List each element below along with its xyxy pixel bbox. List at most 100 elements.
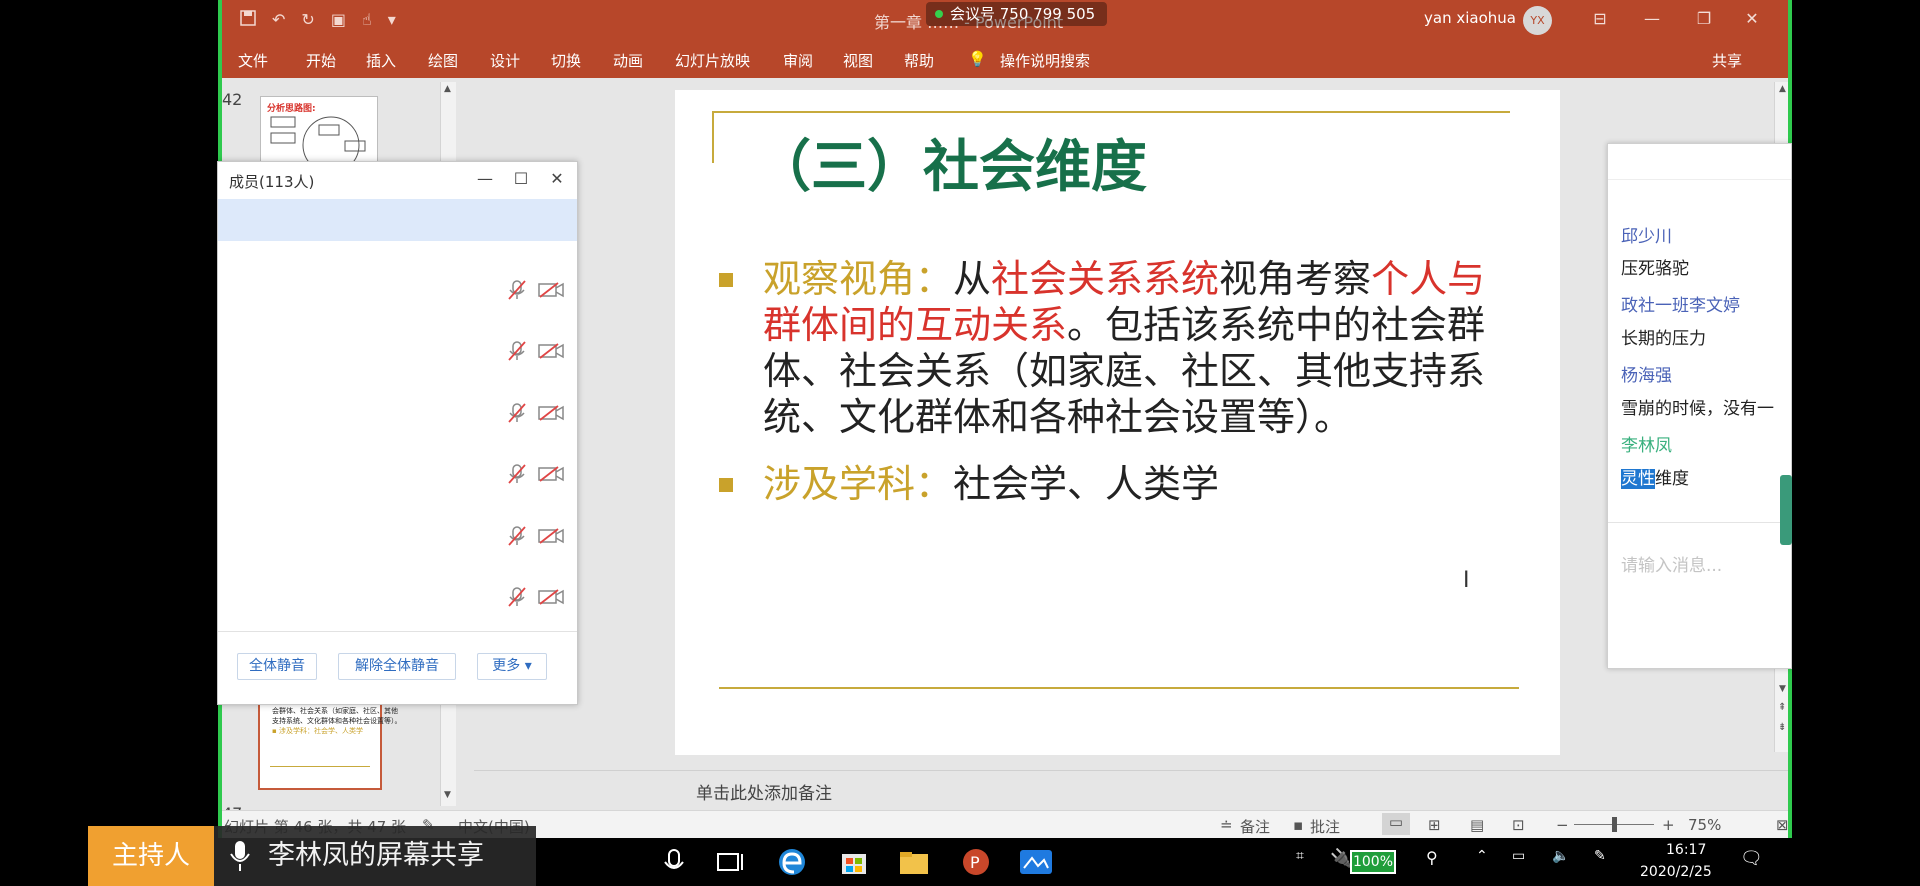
camera-off-icon[interactable] — [538, 589, 564, 605]
tab-review[interactable]: 审阅 — [783, 50, 813, 71]
comments-toggle[interactable]: 批注 — [1310, 816, 1340, 837]
store-icon[interactable] — [836, 846, 872, 878]
battery-tray-icon[interactable]: ▭ — [1512, 848, 1525, 864]
maximize-icon[interactable]: ☐ — [510, 168, 532, 190]
camera-off-icon[interactable] — [538, 466, 564, 482]
member-row-highlighted[interactable] — [218, 199, 577, 241]
member-row[interactable] — [508, 339, 568, 363]
title-bar: ↶ ↻ ▣ ☝ ▾ 第一章 …… - PowerPoint 会议号 750 79… — [218, 0, 1792, 40]
camera-off-icon[interactable] — [538, 528, 564, 544]
scroll-up-icon[interactable]: ▲ — [1779, 84, 1786, 94]
meeting-app-icon[interactable] — [1018, 846, 1054, 878]
file-explorer-icon[interactable] — [896, 846, 932, 878]
save-icon[interactable] — [240, 10, 256, 30]
scroll-down-icon[interactable]: ▼ — [1779, 684, 1786, 694]
next-slide-icon[interactable]: ⇟ — [1778, 722, 1786, 733]
zoom-in-icon[interactable]: + — [1662, 816, 1675, 834]
close-icon[interactable]: ✕ — [546, 168, 568, 190]
chat-message[interactable]: 灵性维度 — [1621, 464, 1689, 489]
slide-thumbnail-46[interactable]: 会群体、社会关系（如家庭、社区、其他 支持系统、文化群体和各种社会设置等）。 ▪… — [258, 698, 402, 790]
tab-slideshow[interactable]: 幻灯片放映 — [675, 50, 750, 71]
tab-transitions[interactable]: 切换 — [551, 50, 581, 71]
taskbar-mic-icon[interactable] — [656, 846, 692, 878]
slide-sorter-icon[interactable]: ⊞ — [1428, 816, 1441, 834]
tab-view[interactable]: 视图 — [843, 50, 873, 71]
battery-indicator[interactable]: 100% — [1350, 850, 1396, 874]
tab-design[interactable]: 设计 — [490, 50, 520, 71]
powerpoint-taskbar-icon[interactable]: P — [958, 846, 994, 878]
zoom-slider-thumb[interactable] — [1612, 817, 1617, 832]
notes-toggle[interactable]: 备注 — [1240, 816, 1270, 837]
unmute-all-button[interactable]: 解除全体静音 — [338, 653, 456, 680]
present-icon[interactable]: ▣ — [331, 10, 346, 30]
zoom-level[interactable]: 75% — [1688, 816, 1721, 834]
user-name[interactable]: yan xiaohua — [1424, 9, 1516, 27]
clock-time[interactable]: 16:17 — [1666, 842, 1706, 858]
tab-insert[interactable]: 插入 — [366, 50, 396, 71]
screen: ↶ ↻ ▣ ☝ ▾ 第一章 …… - PowerPoint 会议号 750 79… — [0, 0, 1920, 886]
slideshow-view-icon[interactable]: ⊡ — [1512, 816, 1525, 834]
scroll-up-icon[interactable]: ▲ — [444, 84, 451, 94]
chat-input[interactable]: 请输入消息... — [1621, 551, 1722, 576]
undo-icon[interactable]: ↶ — [272, 10, 285, 30]
notes-icon[interactable]: ≐ — [1220, 816, 1233, 834]
member-row[interactable] — [508, 524, 568, 548]
member-row[interactable] — [508, 462, 568, 486]
mic-off-icon[interactable] — [508, 526, 526, 546]
restore-icon[interactable]: ❐ — [1692, 7, 1716, 31]
comments-icon[interactable]: ▪ — [1293, 816, 1303, 834]
member-row[interactable] — [508, 585, 568, 609]
people-icon[interactable]: ⚲ — [1426, 848, 1438, 867]
notes-placeholder[interactable]: 单击此处添加备注 — [696, 779, 832, 804]
mic-off-icon[interactable] — [508, 280, 526, 300]
mic-off-icon[interactable] — [508, 341, 526, 361]
camera-off-icon[interactable] — [538, 405, 564, 421]
mic-off-icon[interactable] — [508, 464, 526, 484]
clock-date[interactable]: 2020/2/25 — [1640, 864, 1712, 880]
touch-mode-icon[interactable]: ☝ — [362, 10, 372, 30]
notes-pane[interactable]: 单击此处添加备注 — [474, 770, 1792, 810]
ime-keyboard-icon[interactable]: ⌗ — [1296, 848, 1304, 864]
member-row[interactable] — [508, 401, 568, 425]
mute-all-button[interactable]: 全体静音 — [237, 653, 317, 680]
close-icon[interactable]: ✕ — [1740, 7, 1764, 31]
task-view-icon[interactable] — [712, 846, 748, 878]
member-panel-header: 成员(113人) — ☐ ✕ — [218, 162, 577, 198]
more-button[interactable]: 更多 ▾ — [477, 653, 547, 680]
volume-icon[interactable]: 🔈 — [1552, 848, 1569, 864]
share-button[interactable]: 共享 — [1712, 50, 1742, 71]
slide-canvas[interactable]: （三）社会维度 观察视角：从社会关系系统视角考察个人与群体间的互动关系。包括该系… — [675, 90, 1560, 755]
tab-animations[interactable]: 动画 — [613, 50, 643, 71]
tab-help[interactable]: 帮助 — [904, 50, 934, 71]
lightbulb-icon: 💡 — [968, 50, 987, 68]
tab-draw[interactable]: 绘图 — [428, 50, 458, 71]
customize-qat-icon[interactable]: ▾ — [388, 10, 396, 30]
member-panel: 成员(113人) — ☐ ✕ 全体静音 解除全体静音 更多 ▾ — [217, 161, 578, 705]
mic-off-icon[interactable] — [508, 403, 526, 423]
reading-view-icon[interactable]: ▤ — [1470, 816, 1484, 834]
normal-view-icon[interactable]: ▭ — [1382, 813, 1410, 835]
redo-icon[interactable]: ↻ — [301, 10, 314, 30]
pen-icon[interactable]: ✎ — [1594, 848, 1606, 864]
edge-browser-icon[interactable] — [774, 846, 810, 878]
avatar[interactable]: YX — [1523, 6, 1552, 35]
zoom-out-icon[interactable]: − — [1556, 816, 1569, 834]
camera-off-icon[interactable] — [538, 343, 564, 359]
thumb-title: 分析思路图: — [267, 104, 316, 114]
fit-to-window-icon[interactable]: ⊠ — [1776, 816, 1789, 834]
tab-home[interactable]: 开始 — [306, 50, 336, 71]
chat-sender: 杨海强 — [1621, 366, 1672, 386]
minimize-icon[interactable]: — — [474, 168, 496, 190]
mic-off-icon[interactable] — [508, 587, 526, 607]
tell-me-search[interactable]: 操作说明搜索 — [1000, 50, 1090, 71]
camera-off-icon[interactable] — [538, 282, 564, 298]
scroll-down-icon[interactable]: ▼ — [444, 790, 451, 800]
tray-chevron-icon[interactable]: ⌃ — [1476, 848, 1488, 864]
previous-slide-icon[interactable]: ⇞ — [1778, 702, 1786, 713]
ribbon-display-options-icon[interactable]: ⊟ — [1588, 7, 1612, 31]
tab-file[interactable]: 文件 — [238, 50, 268, 71]
minimize-icon[interactable]: — — [1640, 7, 1664, 31]
member-row[interactable] — [508, 278, 568, 302]
notifications-icon[interactable]: 🗨 — [1740, 848, 1763, 869]
more-button-label: 更多 — [492, 658, 521, 674]
